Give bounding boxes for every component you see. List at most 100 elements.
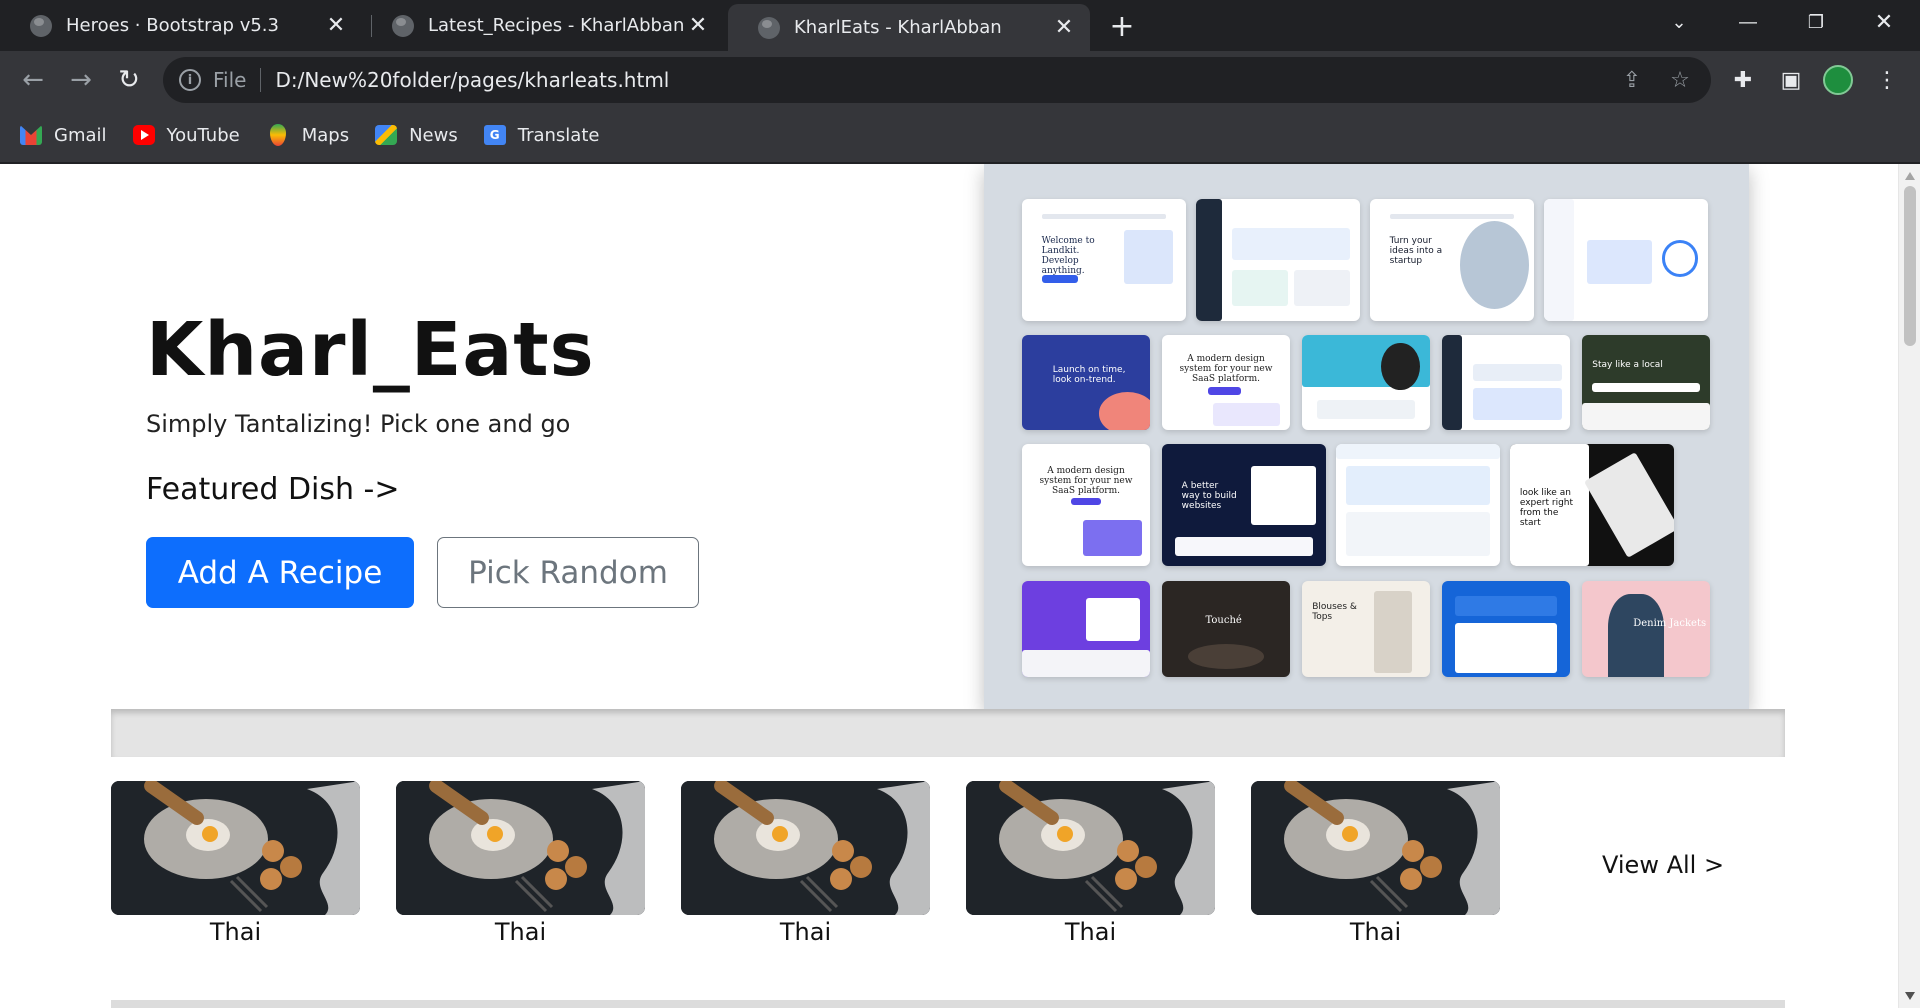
restore-button[interactable]: ❐ xyxy=(1788,0,1844,44)
recipe-image[interactable] xyxy=(681,781,930,915)
bookmark-gmail[interactable]: Gmail xyxy=(20,125,107,146)
mockup-search xyxy=(1592,382,1700,392)
side-panel-icon[interactable]: ▣ xyxy=(1774,63,1808,97)
mockup-headline: look like an expert right from the start xyxy=(1519,487,1574,528)
bookmark-maps[interactable]: Maps xyxy=(266,124,349,146)
mockup-thumbnail: A modern design system for your new SaaS… xyxy=(1162,335,1290,430)
mockup-shape xyxy=(1098,392,1150,430)
add-recipe-button[interactable]: Add A Recipe xyxy=(146,537,414,608)
mockup-card xyxy=(1086,598,1140,641)
page-scrollbar[interactable] xyxy=(1898,164,1920,1008)
bookmark-label: News xyxy=(409,124,458,146)
mockup-footer xyxy=(1022,650,1150,677)
bookmark-translate[interactable]: G Translate xyxy=(483,124,600,146)
recipe-image[interactable] xyxy=(396,781,645,915)
address-bar[interactable]: i File D:/New%20folder/pages/kharleats.h… xyxy=(163,57,1711,103)
recipe-label: Thai xyxy=(494,918,547,946)
recipe-label: Thai xyxy=(779,918,832,946)
minimize-button[interactable]: ― xyxy=(1720,0,1776,44)
reload-button[interactable]: ↻ xyxy=(110,61,148,99)
recipe-card[interactable]: Thai xyxy=(966,781,1215,946)
section-divider-band xyxy=(111,709,1785,757)
hero-lead-text: Simply Tantalizing! Pick one and go xyxy=(146,410,571,438)
close-icon[interactable]: ✕ xyxy=(322,12,350,40)
mockup-thumbnail xyxy=(1022,581,1150,677)
extensions-icon[interactable]: ✚ xyxy=(1726,63,1760,97)
bookmark-label: Translate xyxy=(517,124,600,146)
recipe-photo xyxy=(681,781,930,915)
recipe-card[interactable]: Thai xyxy=(1251,781,1500,946)
scrollbar-thumb[interactable] xyxy=(1904,186,1916,346)
close-icon[interactable]: ✕ xyxy=(1050,14,1078,42)
recipe-image[interactable] xyxy=(1251,781,1500,915)
divider xyxy=(260,68,262,92)
recipe-card[interactable]: Thai xyxy=(111,781,360,946)
mockup-thumbnail: Stay like a local xyxy=(1582,335,1710,430)
close-window-button[interactable]: ✕ xyxy=(1856,0,1912,44)
url-text[interactable]: D:/New%20folder/pages/kharleats.html xyxy=(275,68,1615,92)
recipe-card[interactable]: Thai xyxy=(396,781,645,946)
recipe-image[interactable] xyxy=(966,781,1215,915)
mockup-chart xyxy=(1232,228,1351,260)
mockup-headline: Touché xyxy=(1205,614,1242,626)
mockup-chart xyxy=(1345,465,1491,505)
mockup-content xyxy=(1317,399,1415,419)
mockup-thumbnail xyxy=(1442,581,1570,677)
tab-latest-recipes[interactable]: Latest_Recipes - KharlAbban ✕ xyxy=(362,0,724,51)
tab-kharleats[interactable]: KharlEats - KharlAbban ✕ xyxy=(728,4,1090,51)
mockup-sidebar xyxy=(1442,335,1463,430)
mockup-thumbnail: look like an expert right from the start xyxy=(1510,444,1674,566)
mockup-thumbnail: Turn your ideas into a startup xyxy=(1370,199,1534,321)
mockup-navbar xyxy=(1336,444,1500,459)
mockup-navbar xyxy=(1041,213,1167,219)
browser-toolbar: ← → ↻ i File D:/New%20folder/pages/kharl… xyxy=(0,51,1920,108)
scroll-up-arrow-icon[interactable] xyxy=(1905,172,1915,180)
mockup-headline: Stay like a local xyxy=(1592,359,1663,370)
profile-avatar[interactable] xyxy=(1823,65,1853,95)
mockup-illustration xyxy=(1123,229,1173,285)
mockup-chart xyxy=(1586,240,1653,285)
news-icon xyxy=(375,125,398,145)
mockup-thumbnail: Launch on time, look on-trend. xyxy=(1022,335,1150,430)
recipe-label: Thai xyxy=(209,918,262,946)
mockup-button xyxy=(1208,387,1242,395)
bookmark-star-icon[interactable]: ☆ xyxy=(1663,63,1697,97)
close-icon[interactable]: ✕ xyxy=(684,12,712,40)
bookmark-youtube[interactable]: YouTube xyxy=(132,125,240,146)
menu-kebab-icon[interactable]: ⋮ xyxy=(1870,63,1904,97)
tab-search-chevron-icon[interactable]: ⌄ xyxy=(1651,0,1707,44)
mockup-headline: A better way to build websites xyxy=(1181,480,1237,511)
bookmark-label: Maps xyxy=(301,124,350,146)
mockup-sidebar xyxy=(1544,199,1574,321)
scroll-down-arrow-icon[interactable] xyxy=(1905,992,1915,1000)
mockup-headline: Welcome to Landkit. Develop anything. xyxy=(1041,235,1095,276)
new-tab-button[interactable]: + xyxy=(1104,8,1140,44)
tab-title: Latest_Recipes - KharlAbban xyxy=(428,15,684,36)
pick-random-button[interactable]: Pick Random xyxy=(437,537,699,608)
gmail-icon xyxy=(20,125,42,145)
recipe-card[interactable]: Thai xyxy=(681,781,930,946)
view-all-link[interactable]: View All > xyxy=(1602,851,1724,879)
mockup-pages xyxy=(1583,452,1674,558)
share-icon[interactable]: ⇪ xyxy=(1615,63,1649,97)
mockup-illustration xyxy=(1083,519,1143,557)
mockup-headline: Denim Jackets xyxy=(1633,618,1707,630)
mockup-thumbnail: A better way to build websites xyxy=(1162,444,1326,566)
tab-heroes-bootstrap[interactable]: Heroes · Bootstrap v5.3 ✕ xyxy=(0,0,362,51)
recipe-photo xyxy=(966,781,1215,915)
recipe-image[interactable] xyxy=(111,781,360,915)
bookmarks-bar: Gmail YouTube Maps News G Translate xyxy=(0,108,1920,164)
mockup-plate xyxy=(1187,644,1265,670)
mockup-photo xyxy=(1607,594,1664,677)
tab-title: Heroes · Bootstrap v5.3 xyxy=(66,15,279,36)
info-icon[interactable]: i xyxy=(179,69,201,91)
globe-icon xyxy=(392,14,414,37)
recipe-photo xyxy=(396,781,645,915)
forward-button[interactable]: → xyxy=(62,61,100,99)
mockup-sidebar xyxy=(1196,199,1223,321)
back-button[interactable]: ← xyxy=(14,61,52,99)
scheme-label: File xyxy=(213,68,247,92)
mockup-photo xyxy=(1373,590,1413,674)
bookmark-news[interactable]: News xyxy=(375,125,458,146)
mockup-donut xyxy=(1662,240,1699,278)
